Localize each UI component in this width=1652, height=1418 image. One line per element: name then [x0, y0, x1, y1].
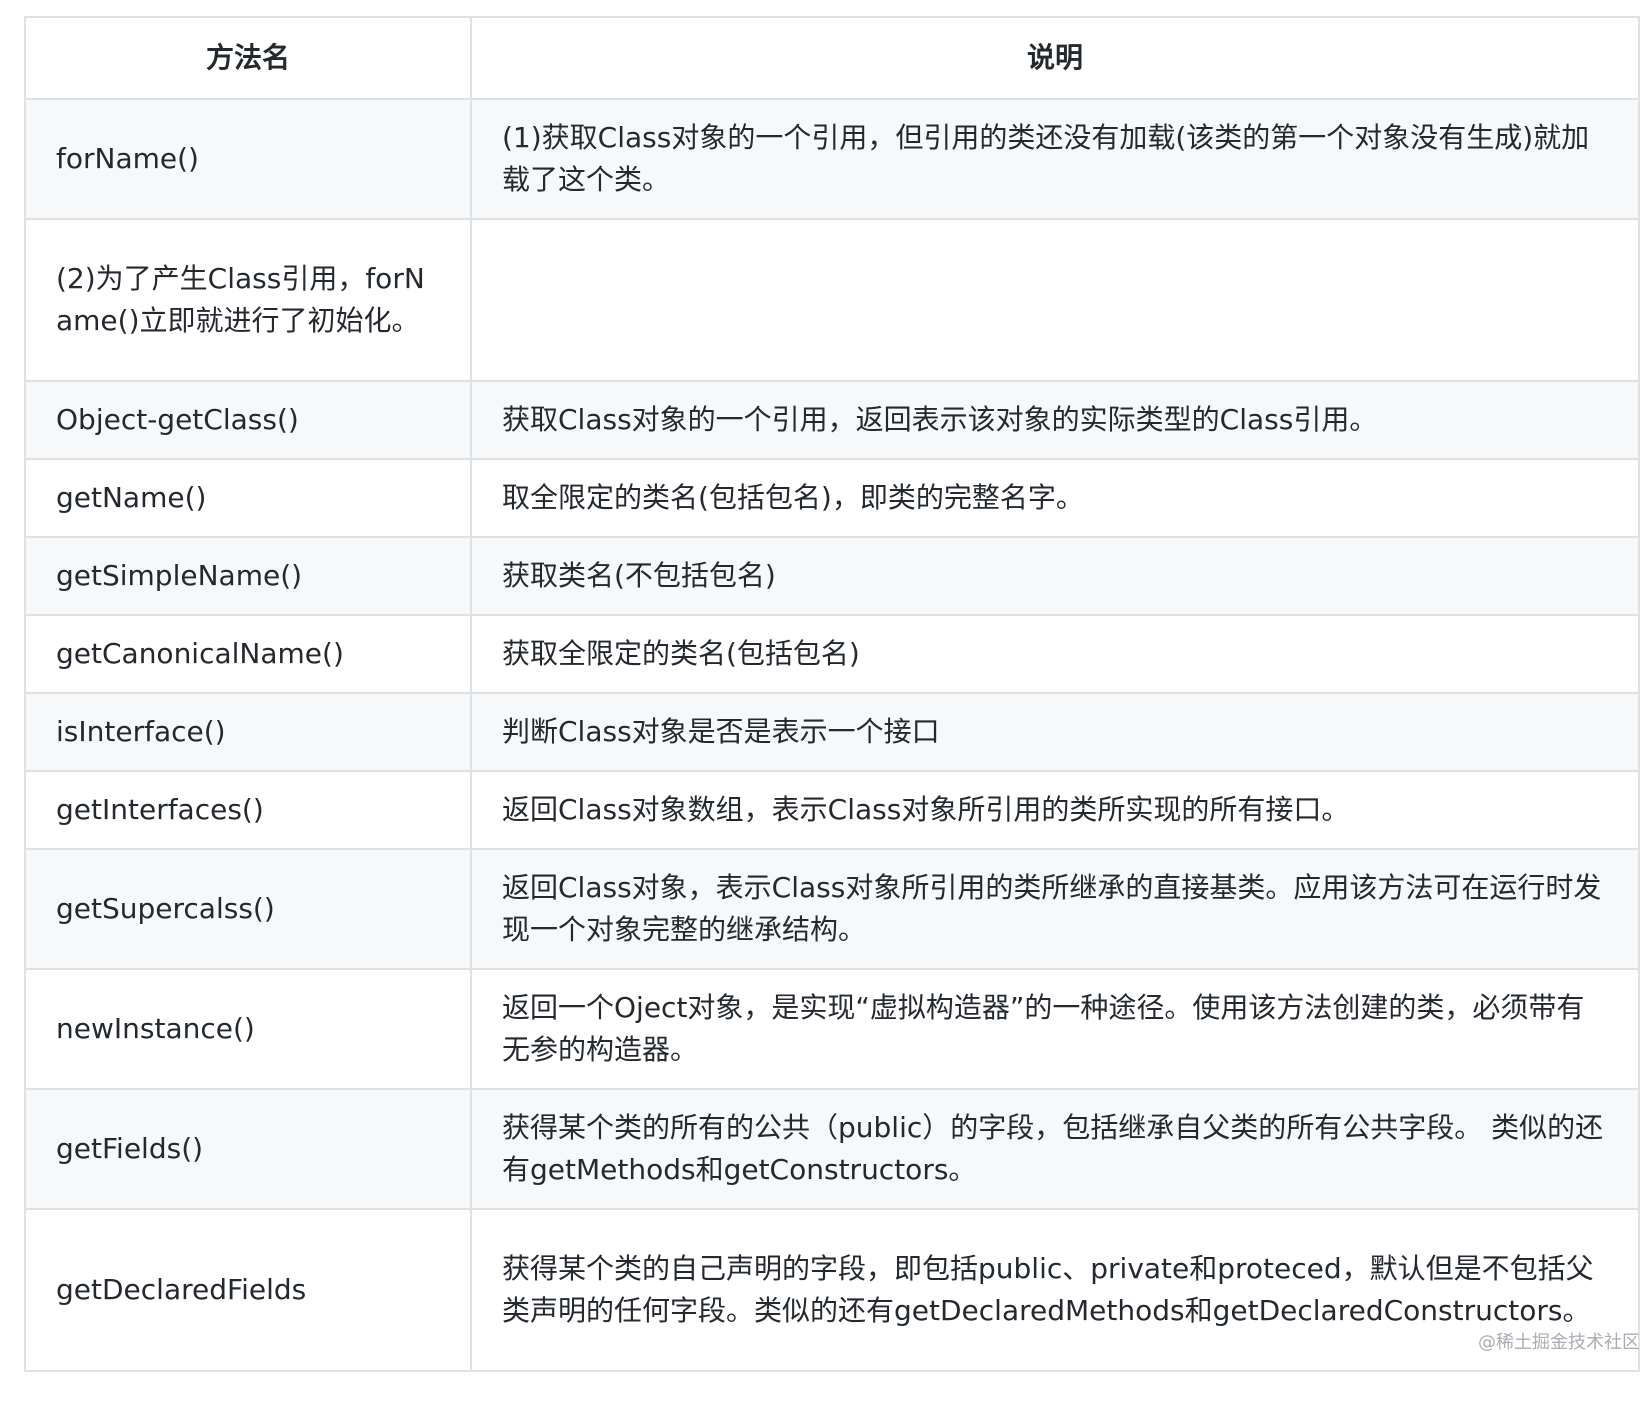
table-header-row: 方法名 说明 — [24, 16, 1640, 100]
description-cell: 获取类名(不包括包名) — [470, 536, 1640, 616]
description-cell: 返回Class对象，表示Class对象所引用的类所继承的直接基类。应用该方法可在… — [470, 848, 1640, 970]
table-row: getInterfaces() 返回Class对象数组，表示Class对象所引用… — [24, 770, 1640, 850]
description-cell: 返回Class对象数组，表示Class对象所引用的类所实现的所有接口。 — [470, 770, 1640, 850]
page: 方法名 说明 forName() (1)获取Class对象的一个引用，但引用的类… — [24, 16, 1640, 1372]
description-cell: 取全限定的类名(包括包名)，即类的完整名字。 — [470, 458, 1640, 538]
table-row: getName() 取全限定的类名(包括包名)，即类的完整名字。 — [24, 458, 1640, 538]
table-row: getFields() 获得某个类的所有的公共（public）的字段，包括继承自… — [24, 1088, 1640, 1210]
description-cell: 返回一个Oject对象，是实现“虚拟构造器”的一种途径。使用该方法创建的类，必须… — [470, 968, 1640, 1090]
table-row: (2)为了产生Class引用，forName()立即就进行了初始化。 — [24, 218, 1640, 382]
method-cell: getInterfaces() — [24, 770, 472, 850]
description-cell — [470, 218, 1640, 382]
method-cell: getFields() — [24, 1088, 472, 1210]
description-cell: 判断Class对象是否是表示一个接口 — [470, 692, 1640, 772]
method-cell: Object-getClass() — [24, 380, 472, 460]
method-cell: getCanonicalName() — [24, 614, 472, 694]
description-cell: 获取全限定的类名(包括包名) — [470, 614, 1640, 694]
method-cell: getSupercalss() — [24, 848, 472, 970]
method-cell: isInterface() — [24, 692, 472, 772]
table-row: isInterface() 判断Class对象是否是表示一个接口 — [24, 692, 1640, 772]
watermark: @稀土掘金技术社区 — [1478, 1332, 1640, 1353]
table-row: getSupercalss() 返回Class对象，表示Class对象所引用的类… — [24, 848, 1640, 970]
table-row: getDeclaredFields 获得某个类的自己声明的字段，即包括publi… — [24, 1208, 1640, 1372]
methods-table: 方法名 说明 forName() (1)获取Class对象的一个引用，但引用的类… — [24, 16, 1640, 1372]
description-cell: (1)获取Class对象的一个引用，但引用的类还没有加载(该类的第一个对象没有生… — [470, 98, 1640, 220]
header-method-name: 方法名 — [24, 16, 472, 100]
method-cell: getSimpleName() — [24, 536, 472, 616]
description-cell: 获取Class对象的一个引用，返回表示该对象的实际类型的Class引用。 — [470, 380, 1640, 460]
table-row: getCanonicalName() 获取全限定的类名(包括包名) — [24, 614, 1640, 694]
header-description: 说明 — [470, 16, 1640, 100]
method-cell: getName() — [24, 458, 472, 538]
table-row: getSimpleName() 获取类名(不包括包名) — [24, 536, 1640, 616]
table-row: newInstance() 返回一个Oject对象，是实现“虚拟构造器”的一种途… — [24, 968, 1640, 1090]
table-row: Object-getClass() 获取Class对象的一个引用，返回表示该对象… — [24, 380, 1640, 460]
description-cell: 获得某个类的自己声明的字段，即包括public、private和proteced… — [470, 1208, 1640, 1372]
method-cell: (2)为了产生Class引用，forName()立即就进行了初始化。 — [24, 218, 472, 382]
method-cell: getDeclaredFields — [24, 1208, 472, 1372]
table-row: forName() (1)获取Class对象的一个引用，但引用的类还没有加载(该… — [24, 98, 1640, 220]
method-cell: forName() — [24, 98, 472, 220]
method-cell: newInstance() — [24, 968, 472, 1090]
description-cell: 获得某个类的所有的公共（public）的字段，包括继承自父类的所有公共字段。 类… — [470, 1088, 1640, 1210]
